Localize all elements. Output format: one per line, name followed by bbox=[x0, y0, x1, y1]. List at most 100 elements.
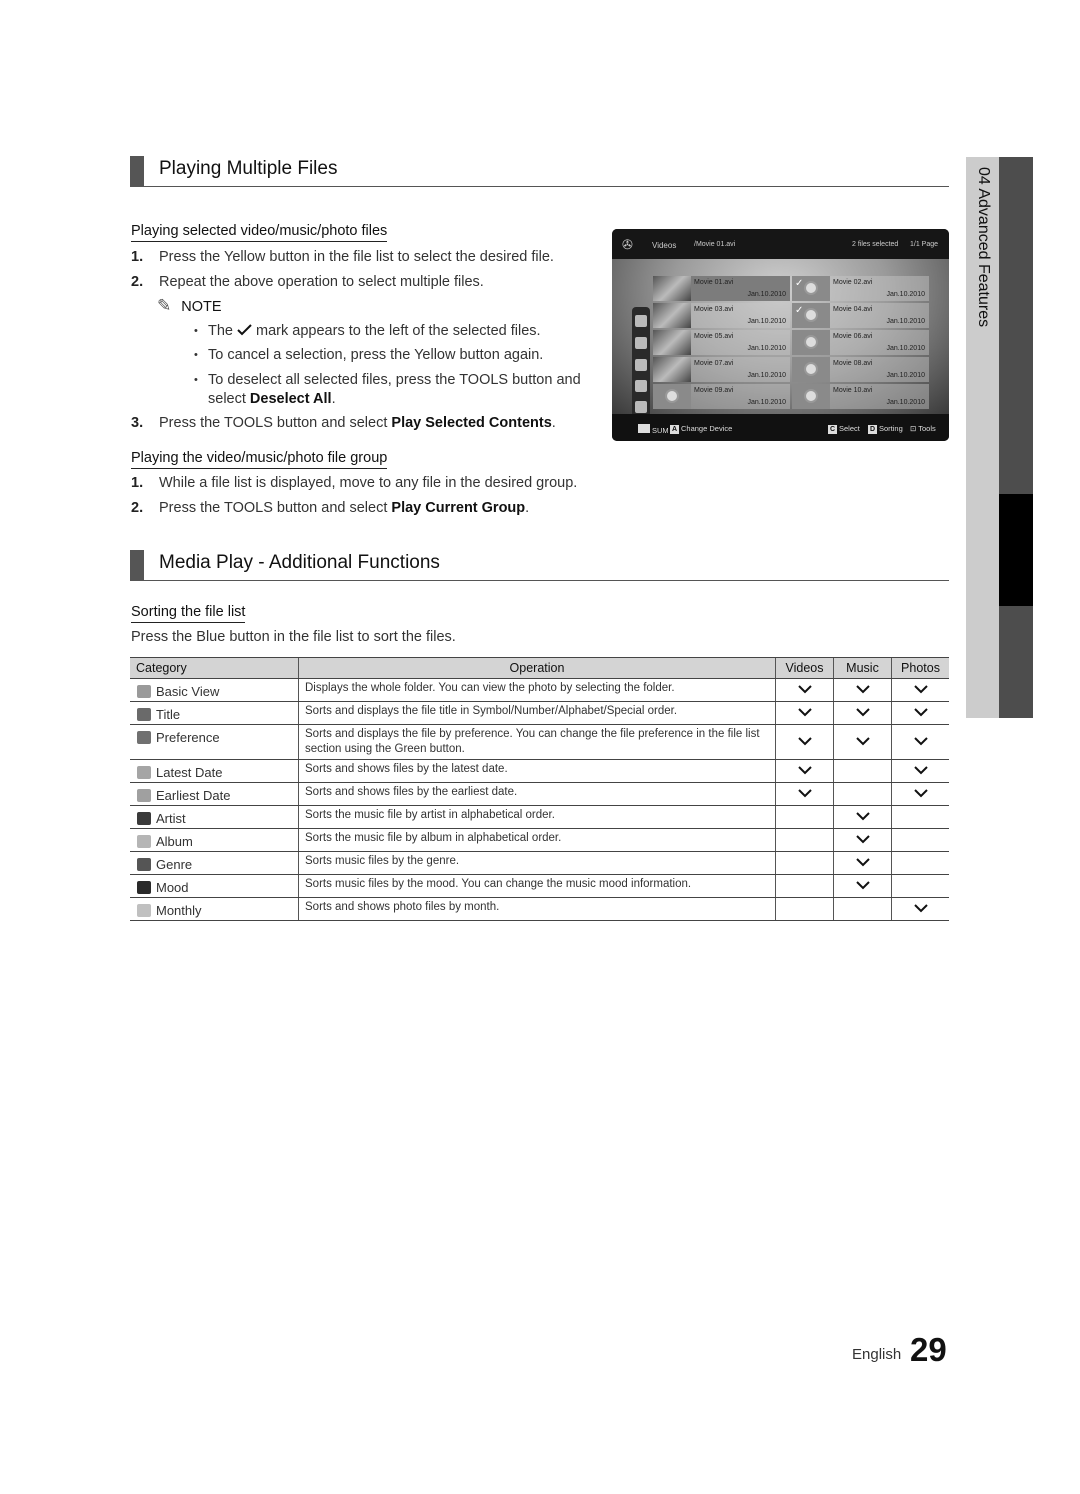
folder-icon[interactable] bbox=[635, 315, 647, 327]
videos-support-cell bbox=[775, 897, 834, 921]
header-category: Category bbox=[130, 657, 299, 679]
tv-select-button[interactable]: C Select bbox=[828, 424, 860, 434]
videos-support-cell bbox=[775, 759, 834, 783]
music-support-cell bbox=[833, 782, 892, 806]
tv-file-tile[interactable]: Movie 06.avi Jan.10.2010 bbox=[792, 330, 929, 355]
tv-file-date: Jan.10.2010 bbox=[886, 291, 925, 298]
tv-file-grid: Movie 01.avi Jan.10.2010 ✓ Movie 02.avi Jan.… bbox=[612, 259, 949, 419]
tv-file-name: Movie 09.avi bbox=[694, 387, 734, 394]
tv-file-name: Movie 08.avi bbox=[833, 360, 873, 367]
photos-support-cell bbox=[891, 724, 949, 760]
category-cell: Artist bbox=[130, 805, 299, 829]
artist-icon bbox=[137, 812, 151, 825]
tv-sorting-button[interactable]: D Sorting bbox=[868, 424, 903, 434]
photos-support-cell bbox=[891, 874, 949, 898]
step-1: 1. Press the Yellow button in the file li… bbox=[131, 249, 554, 265]
pencil-icon: ✎ bbox=[157, 296, 172, 315]
table-row: Artist Sorts the music file by artist in … bbox=[130, 805, 949, 829]
tv-file-tile[interactable]: Movie 09.avi Jan.10.2010 bbox=[653, 384, 790, 409]
group-step-2: 2. Press the TOOLS button and select Play… bbox=[131, 500, 530, 516]
chapter-tab-marker bbox=[999, 494, 1033, 606]
calendar-earliest-icon[interactable] bbox=[635, 380, 647, 392]
category-cell: Genre bbox=[130, 851, 299, 875]
checkmark-icon bbox=[797, 685, 812, 694]
tv-file-tile[interactable]: Movie 10.avi Jan.10.2010 bbox=[792, 384, 929, 409]
checkmark-icon bbox=[913, 685, 928, 694]
photos-support-cell bbox=[891, 828, 949, 852]
tv-file-name: Movie 05.avi bbox=[694, 333, 734, 340]
album-icon bbox=[137, 835, 151, 848]
checkmark-icon bbox=[855, 685, 870, 694]
music-support-cell bbox=[833, 678, 892, 702]
calendar-earliest-icon bbox=[137, 789, 151, 802]
chapter-tab-strip bbox=[999, 157, 1033, 718]
tv-file-list-screenshot: ✇ Videos /Movie 01.avi 2 files selected … bbox=[612, 229, 949, 441]
operation-cell: Sorts music files by the genre. bbox=[298, 851, 776, 875]
photos-support-cell bbox=[891, 759, 949, 783]
category-cell: Title bbox=[130, 701, 299, 725]
tv-change-device[interactable]: A Change Device bbox=[670, 424, 732, 434]
category-cell: Mood bbox=[130, 874, 299, 898]
tv-file-name: Movie 06.avi bbox=[833, 333, 873, 340]
checkmark-icon bbox=[855, 812, 870, 821]
table-row: Basic View Displays the whole folder. You… bbox=[130, 678, 949, 702]
chapter-side-tab: 04 Advanced Features bbox=[966, 157, 999, 718]
alphabet-sort-icon[interactable] bbox=[635, 337, 647, 349]
checkmark-icon bbox=[913, 737, 928, 746]
category-cell: Monthly bbox=[130, 897, 299, 921]
photos-support-cell bbox=[891, 782, 949, 806]
tv-file-tile[interactable]: Movie 07.avi Jan.10.2010 bbox=[653, 357, 790, 382]
tv-file-name: Movie 02.avi bbox=[833, 279, 873, 286]
checkmark-icon bbox=[855, 835, 870, 844]
genre-guitar-icon bbox=[137, 858, 151, 871]
usb-icon bbox=[638, 424, 650, 433]
tv-file-tile[interactable]: ✓ Movie 04.avi Jan.10.2010 bbox=[792, 303, 929, 328]
tv-file-tile[interactable]: Movie 05.avi Jan.10.2010 bbox=[653, 330, 790, 355]
checkmark-icon: ✓ bbox=[795, 305, 804, 316]
tv-file-name: Movie 10.avi bbox=[833, 387, 873, 394]
operation-cell: Sorts and shows photo files by month. bbox=[298, 897, 776, 921]
checkmark-icon bbox=[797, 789, 812, 798]
star-icon[interactable] bbox=[635, 401, 647, 413]
table-row: Album Sorts the music file by album in al… bbox=[130, 828, 949, 852]
step-3: 3. Press the TOOLS button and select Play… bbox=[131, 415, 556, 431]
reel-icon bbox=[804, 335, 818, 349]
tools-icon: ⊡ bbox=[910, 424, 919, 433]
tv-file-date: Jan.10.2010 bbox=[886, 372, 925, 379]
table-body: Basic View Displays the whole folder. You… bbox=[130, 678, 949, 921]
note-heading: ✎ NOTE bbox=[157, 296, 222, 315]
category-label: Preference bbox=[156, 730, 220, 745]
tv-file-name: Movie 01.avi bbox=[694, 279, 734, 286]
videos-support-cell bbox=[775, 874, 834, 898]
photos-support-cell bbox=[891, 897, 949, 921]
operation-cell: Sorts and shows files by the latest date… bbox=[298, 759, 776, 783]
checkmark-icon bbox=[855, 858, 870, 867]
tv-file-tile[interactable]: Movie 08.avi Jan.10.2010 bbox=[792, 357, 929, 382]
tv-file-tile[interactable]: Movie 01.avi Jan.10.2010 bbox=[653, 276, 790, 301]
videos-support-cell bbox=[775, 782, 834, 806]
header-operation: Operation bbox=[298, 657, 776, 679]
tv-file-date: Jan.10.2010 bbox=[747, 399, 786, 406]
chapter-label: 04 Advanced Features bbox=[975, 167, 992, 328]
videos-support-cell bbox=[775, 724, 834, 760]
videos-support-cell bbox=[775, 828, 834, 852]
music-support-cell bbox=[833, 805, 892, 829]
music-support-cell bbox=[833, 851, 892, 875]
subheading-sorting: Sorting the file list bbox=[131, 604, 246, 623]
tv-tools-button[interactable]: ⊡ Tools bbox=[910, 424, 936, 433]
checkmark-icon bbox=[237, 324, 252, 336]
tv-file-name: Movie 04.avi bbox=[833, 306, 873, 313]
alphabet-sort-icon bbox=[137, 708, 151, 721]
note-bullet-3: • To deselect all selected files, press … bbox=[194, 372, 581, 407]
checkmark-icon bbox=[855, 708, 870, 717]
music-support-cell bbox=[833, 724, 892, 760]
tv-file-tile[interactable]: ✓ Movie 02.avi Jan.10.2010 bbox=[792, 276, 929, 301]
calendar-latest-icon[interactable] bbox=[635, 359, 647, 371]
tv-file-name: Movie 03.avi bbox=[694, 306, 734, 313]
tv-file-tile[interactable]: Movie 03.avi Jan.10.2010 bbox=[653, 303, 790, 328]
section-heading-additional-functions: Media Play - Additional Functions bbox=[130, 550, 949, 581]
table-row: Latest Date Sorts and shows files by the … bbox=[130, 759, 949, 783]
category-label: Latest Date bbox=[156, 765, 223, 780]
calendar-latest-icon bbox=[137, 766, 151, 779]
photos-support-cell bbox=[891, 701, 949, 725]
